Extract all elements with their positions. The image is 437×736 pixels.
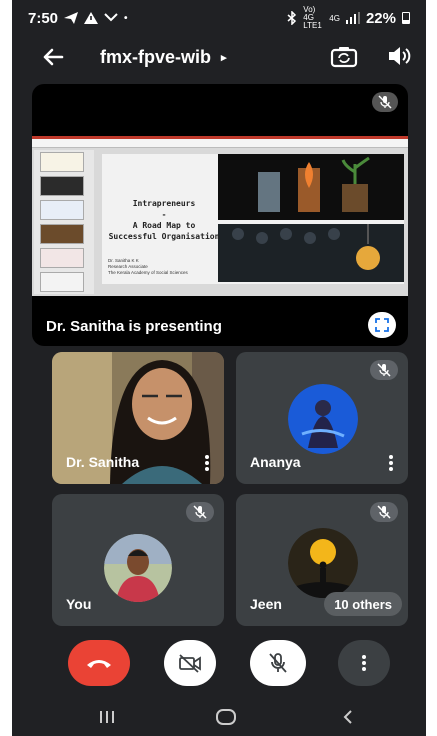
meeting-code: fmx-fpve-wib	[100, 47, 212, 67]
slide-photo-top	[218, 154, 404, 220]
video-off-icon	[179, 654, 201, 673]
end-call-button[interactable]	[68, 640, 130, 686]
participant-more-button[interactable]	[384, 454, 398, 472]
participant-tile-jeen[interactable]: Jeen 10 others	[236, 494, 408, 626]
presentation-mic-muted-badge	[372, 92, 398, 112]
home-icon	[216, 709, 236, 725]
phone-screen: 7:50 • Vo) 4G LTE1 4G 22% fmx-fpve-wib ▸	[12, 0, 426, 736]
avatar-jeen	[288, 528, 358, 598]
fullscreen-icon	[375, 318, 389, 332]
clock: 7:50	[28, 9, 59, 27]
alert-icon	[84, 12, 99, 24]
mic-off-icon	[269, 653, 287, 673]
fullscreen-button[interactable]	[368, 312, 396, 338]
participant-name: Dr. Sanitha	[66, 454, 140, 470]
mic-off-icon	[378, 95, 392, 109]
camera-toggle-button[interactable]	[164, 640, 216, 686]
avatar-you	[104, 534, 172, 602]
presentation-tile[interactable]: Intrapreneurs - A Road Map to Successful…	[32, 84, 408, 346]
more-vert-icon	[389, 455, 393, 471]
slide-title: Intrapreneurs - A Road Map to Successful…	[108, 199, 220, 241]
missed-call-icon	[104, 13, 118, 22]
mic-off-icon	[193, 505, 207, 519]
battery-icon	[402, 12, 410, 24]
battery-level: 22%	[365, 9, 396, 27]
slide-author: Dr. Sanitha K K Research Associate The K…	[108, 258, 188, 275]
participant-name: Ananya	[250, 454, 301, 470]
participant-tile-you[interactable]: You	[52, 494, 224, 626]
slide-thumbnails	[34, 150, 94, 294]
mic-muted-badge	[370, 360, 398, 380]
send-icon	[64, 12, 79, 24]
participant-name: You	[66, 596, 92, 612]
more-vert-icon	[362, 655, 366, 671]
back-button[interactable]	[338, 708, 358, 726]
presenting-label: Dr. Sanitha is presenting	[46, 318, 222, 335]
speaker-icon[interactable]	[386, 43, 412, 69]
status-bar: 7:50 • Vo) 4G LTE1 4G 22%	[12, 0, 426, 36]
notification-dot: •	[124, 12, 128, 24]
mic-off-icon	[377, 363, 391, 377]
participant-tile-ananya[interactable]: Ananya	[236, 352, 408, 484]
meeting-title[interactable]: fmx-fpve-wib ▸	[100, 47, 227, 68]
caret-right-icon: ▸	[221, 52, 227, 64]
bluetooth-icon	[287, 11, 297, 25]
shared-screen: Intrapreneurs - A Road Map to Successful…	[32, 136, 408, 296]
switch-camera-icon[interactable]	[330, 43, 358, 71]
avatar-ananya	[288, 384, 358, 454]
meeting-top-bar: fmx-fpve-wib ▸	[12, 38, 426, 80]
mic-muted-badge	[186, 502, 214, 522]
others-count-pill[interactable]: 10 others	[324, 592, 402, 616]
slide-lightbulb-photo	[218, 224, 404, 282]
recents-icon	[100, 711, 114, 723]
participant-name: Jeen	[250, 596, 282, 612]
current-slide: Intrapreneurs - A Road Map to Successful…	[102, 154, 404, 284]
more-options-button[interactable]	[338, 640, 390, 686]
mic-off-icon	[377, 505, 391, 519]
back-chevron-icon	[343, 710, 352, 724]
recents-button[interactable]	[96, 708, 118, 726]
powerpoint-ribbon	[32, 136, 408, 148]
end-call-icon	[87, 660, 111, 668]
home-button[interactable]	[214, 708, 238, 726]
mic-muted-badge	[370, 502, 398, 522]
mic-toggle-button[interactable]	[250, 640, 306, 686]
participant-tile-dr-sanitha[interactable]: Dr. Sanitha	[52, 352, 224, 484]
system-navigation-bar	[12, 698, 426, 736]
back-arrow-icon[interactable]	[38, 42, 68, 72]
participant-more-button[interactable]	[200, 454, 214, 472]
signal-label: 4G	[329, 13, 340, 23]
network-label: Vo) 4G LTE1	[303, 5, 322, 30]
more-vert-icon	[205, 455, 209, 471]
signal-bars-icon	[345, 12, 360, 24]
